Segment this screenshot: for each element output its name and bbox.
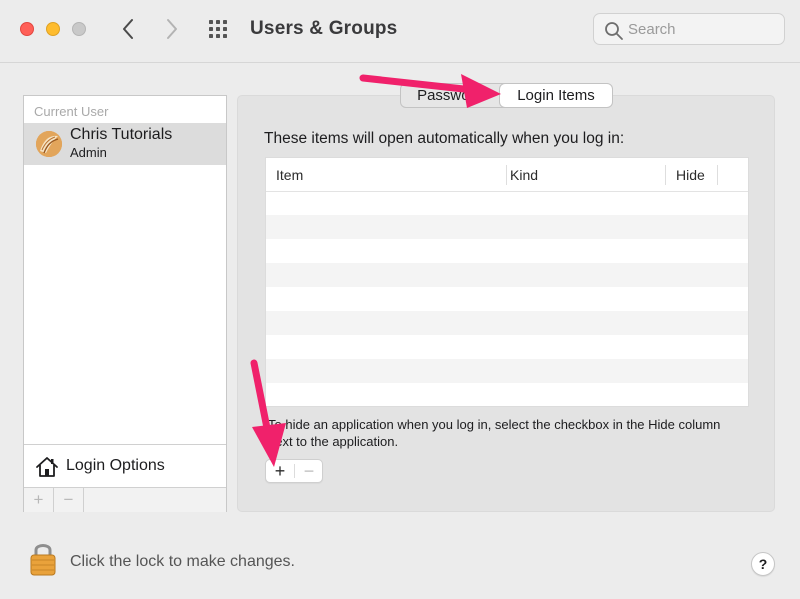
column-header-item[interactable]: Item: [276, 167, 303, 183]
add-user-button[interactable]: +: [24, 488, 54, 512]
tab-bar: Password Login Items: [400, 83, 612, 108]
table-row: [266, 311, 748, 335]
user-role: Admin: [70, 145, 107, 160]
remove-user-button[interactable]: −: [54, 488, 84, 512]
table-row: [266, 383, 748, 406]
back-button[interactable]: [116, 16, 140, 42]
lock-instruction[interactable]: Click the lock to make changes.: [70, 553, 295, 571]
avatar: [36, 131, 62, 157]
tab-password[interactable]: Password: [401, 84, 499, 107]
window-title: Users & Groups: [250, 18, 398, 39]
table-row: [266, 239, 748, 263]
forward-button[interactable]: [160, 16, 184, 42]
table-row: [266, 287, 748, 311]
house-icon: [36, 457, 58, 477]
title-bar: Users & Groups: [0, 0, 800, 63]
hide-hint-text: To hide an application when you log in, …: [268, 417, 721, 449]
login-options-label: Login Options: [66, 457, 165, 474]
help-button[interactable]: ?: [751, 552, 775, 576]
login-items-table[interactable]: Item Kind Hide: [265, 157, 749, 407]
login-items-description: These items will open automatically when…: [264, 130, 625, 147]
remove-login-item-button[interactable]: −: [295, 460, 323, 482]
table-row: [266, 191, 748, 215]
column-divider[interactable]: [506, 165, 507, 185]
tab-login-items[interactable]: Login Items: [500, 84, 612, 107]
column-header-hide[interactable]: Hide: [676, 167, 705, 183]
chevron-right-icon: [167, 19, 177, 39]
search-icon: [605, 22, 623, 40]
user-name: Chris Tutorials: [70, 126, 173, 143]
login-options-item[interactable]: Login Options: [24, 444, 226, 487]
column-divider[interactable]: [665, 165, 666, 185]
table-header: Item Kind Hide: [266, 158, 748, 192]
zoom-button[interactable]: [72, 22, 86, 36]
user-row-chris-tutorials[interactable]: Chris Tutorials Admin: [24, 123, 226, 165]
lock-icon[interactable]: [29, 540, 57, 576]
user-list: Current User Chris Tutorials Admin Login…: [23, 95, 227, 512]
search-field[interactable]: [593, 13, 785, 45]
add-login-item-button[interactable]: +: [266, 460, 294, 482]
table-row: [266, 263, 748, 287]
column-header-kind[interactable]: Kind: [510, 167, 538, 183]
close-button[interactable]: [20, 22, 34, 36]
column-divider[interactable]: [717, 165, 718, 185]
grid-icon: [209, 20, 227, 38]
search-input[interactable]: [628, 18, 776, 40]
user-list-footer: + −: [24, 487, 226, 512]
section-label-current-user: Current User: [34, 104, 109, 119]
add-remove-control: + −: [265, 459, 323, 483]
table-row: [266, 359, 748, 383]
table-row: [266, 215, 748, 239]
show-all-button[interactable]: [208, 19, 232, 41]
chevron-left-icon: [123, 19, 133, 39]
table-row: [266, 335, 748, 359]
minimize-button[interactable]: [46, 22, 60, 36]
